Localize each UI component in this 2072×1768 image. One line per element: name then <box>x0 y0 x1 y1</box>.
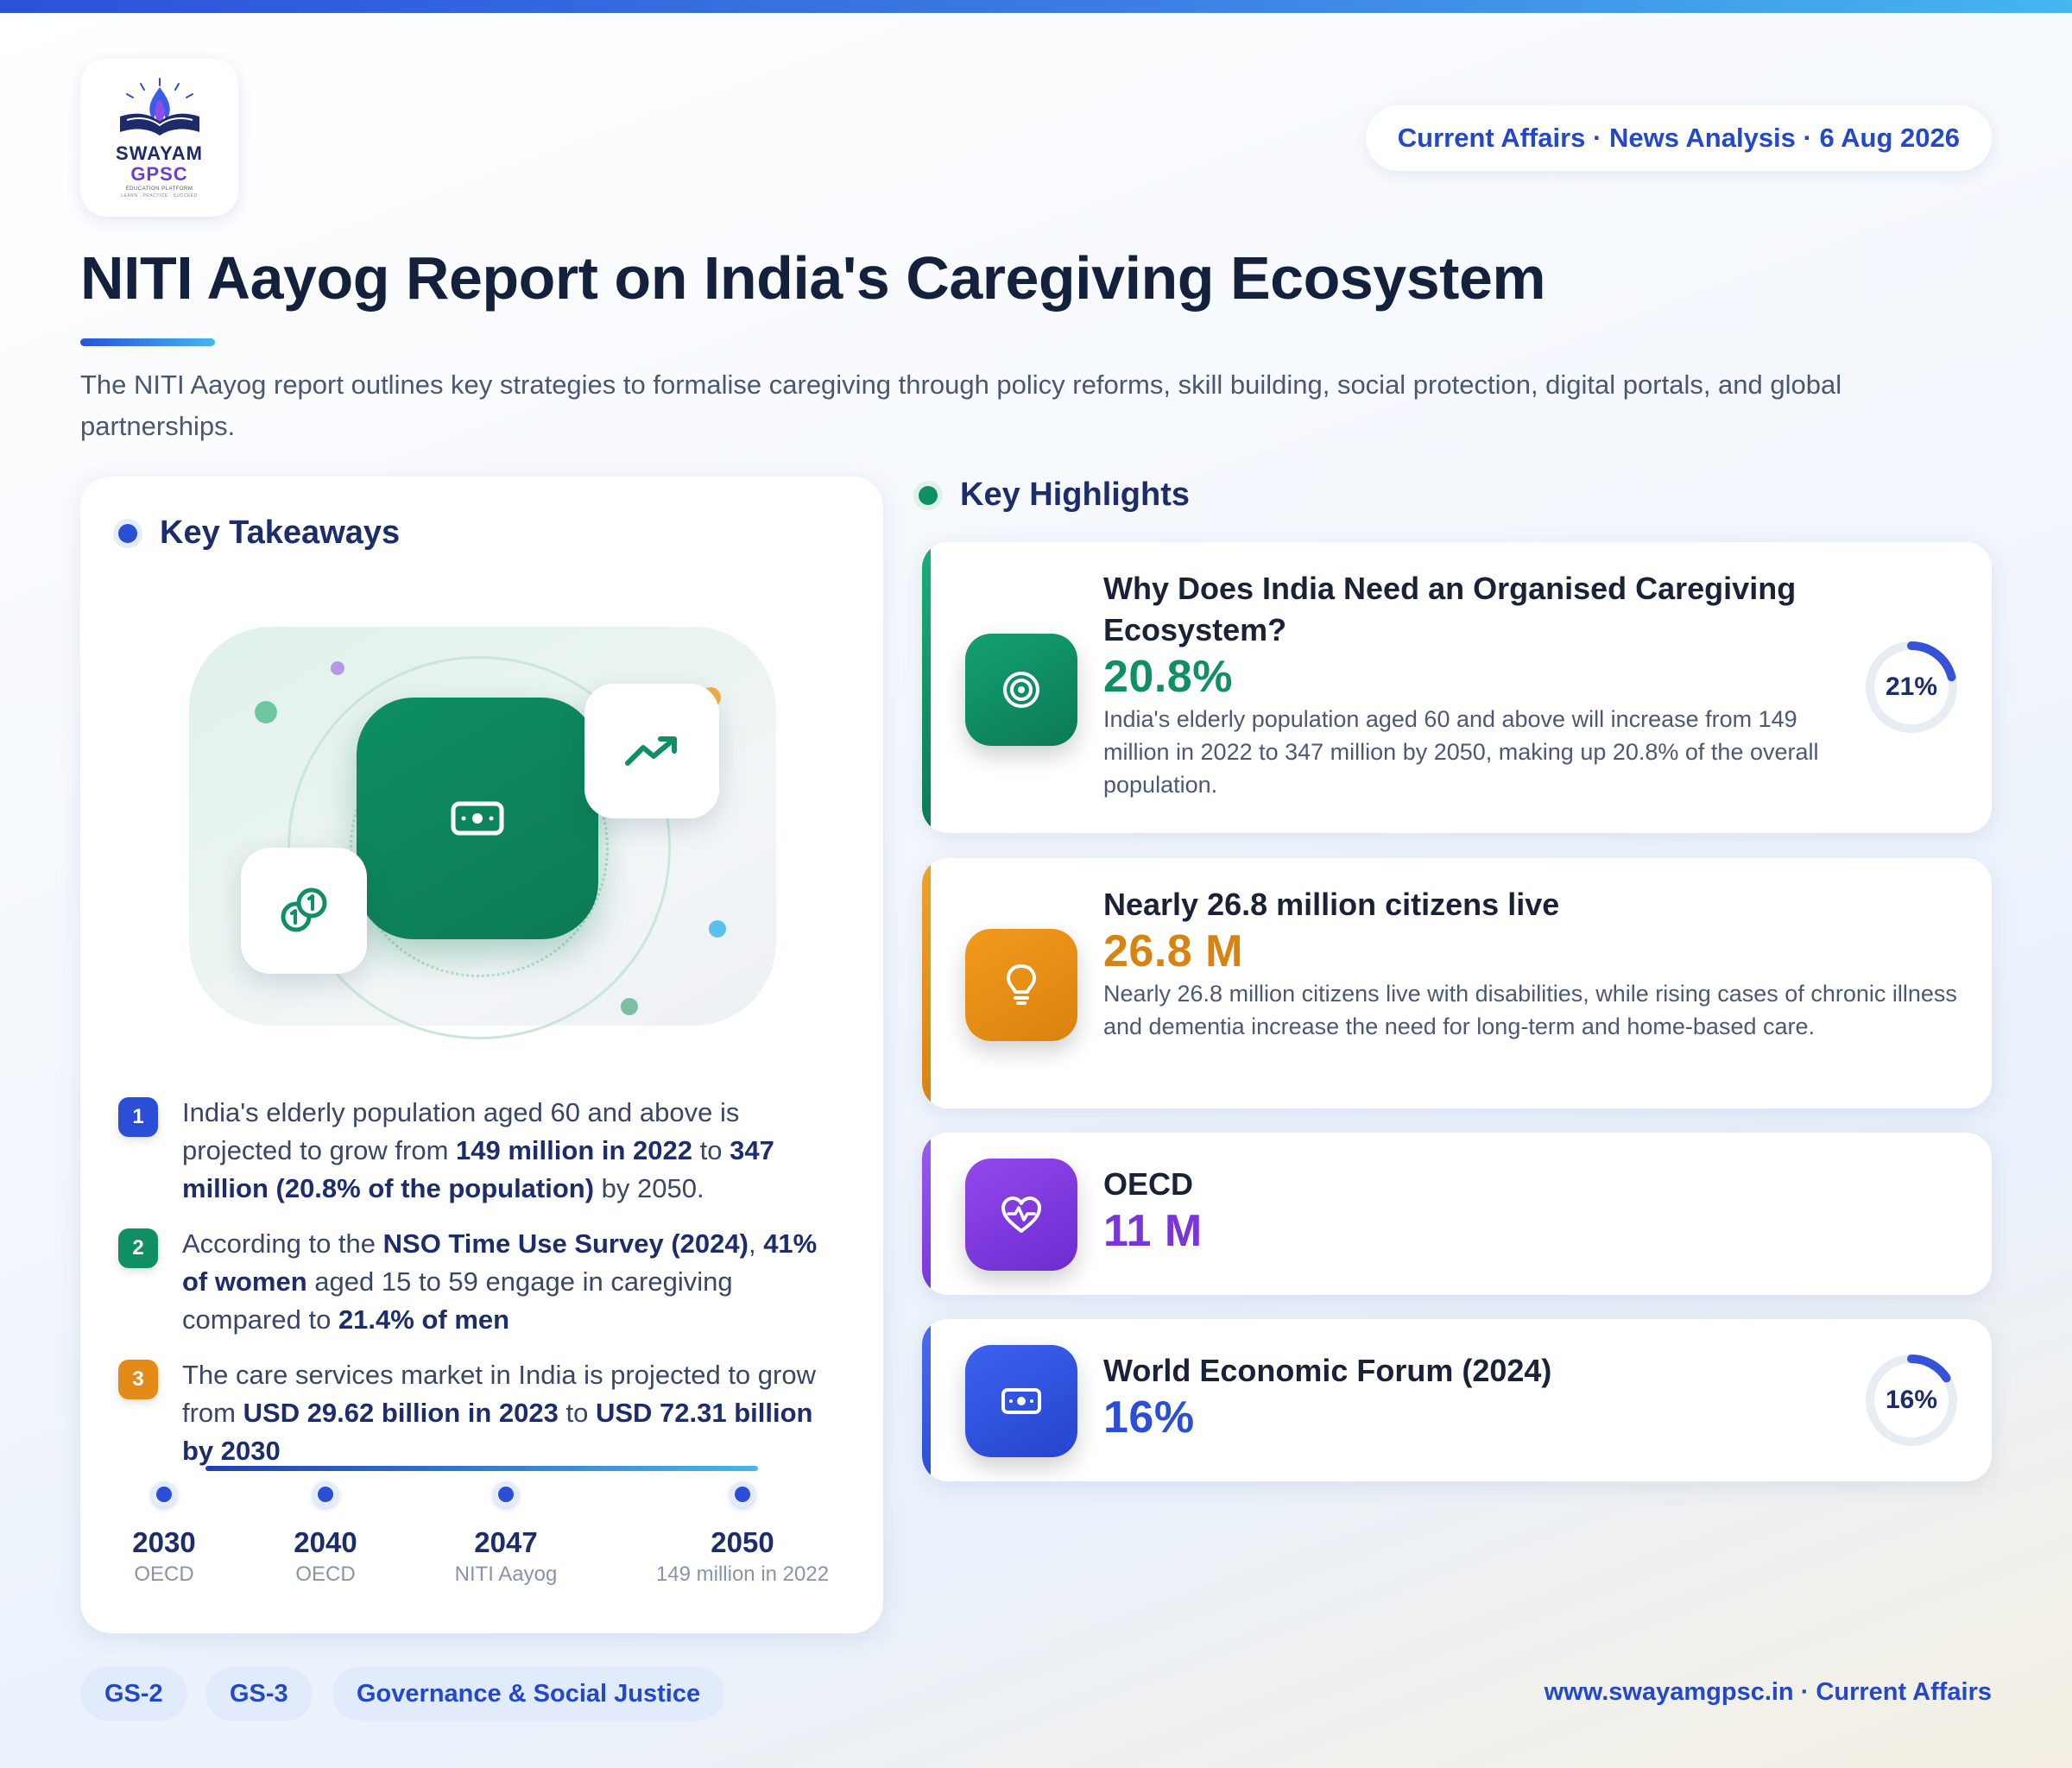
timeline-dot <box>493 1481 519 1507</box>
card-body: Why Does India Need an Organised Caregiv… <box>1103 568 1820 801</box>
brand-subtitle: EDUCATION PLATFORM <box>125 186 193 192</box>
list-item: 1 India's elderly population aged 60 and… <box>118 1094 843 1208</box>
card-title: Nearly 26.8 million citizens live <box>1103 887 1560 922</box>
lightbulb-icon <box>1007 964 1036 1005</box>
title-underline <box>80 338 215 346</box>
highlight-card: Nearly 26.8 million citizens live 26.8 M… <box>922 858 1992 1108</box>
timeline-node: 2050 149 million in 2022 <box>648 1481 837 1587</box>
timeline-dot <box>730 1481 755 1507</box>
key-highlights-title: Key Highlights <box>960 477 1191 513</box>
timeline-node: 2047 NITI Aayog <box>411 1481 601 1587</box>
card-value: 26.8 M <box>1103 926 1243 976</box>
list-item: 3 The care services market in India is p… <box>118 1356 843 1470</box>
tag-gs3[interactable]: GS-3 <box>205 1667 313 1721</box>
timeline-year: 2050 <box>711 1526 774 1558</box>
brand-word-1: SWAYAM <box>116 142 203 164</box>
decor-dot <box>331 661 344 675</box>
progress-gauge: 16% <box>1863 1352 1960 1449</box>
trend-tile <box>584 684 719 818</box>
illustration <box>189 627 776 1039</box>
progress-gauge: 21% <box>1863 639 1960 736</box>
highlight-card: OECD 11 M <box>922 1133 1992 1295</box>
card-icon-tile <box>965 929 1077 1041</box>
brand-word-2: GPSC <box>130 163 188 185</box>
card-body: Nearly 26.8 million citizens live 26.8 M… <box>1103 884 1967 1043</box>
brand-tagline: LEARN · PRACTICE · SUCCEED <box>121 193 198 199</box>
timeline-node: 2040 OECD <box>231 1481 420 1587</box>
main-money-tile <box>357 698 598 939</box>
intro-text: The NITI Aayog report outlines key strat… <box>80 369 1842 441</box>
card-title: World Economic Forum (2024) <box>1103 1353 1552 1388</box>
decor-dot <box>621 998 638 1015</box>
card-title: OECD <box>1103 1166 1194 1202</box>
takeaway-text: According to the NSO Time Use Survey (20… <box>182 1228 818 1335</box>
tag-gs2[interactable]: GS-2 <box>80 1667 187 1721</box>
card-value: 20.8% <box>1103 652 1233 702</box>
timeline-label: OECD <box>295 1563 356 1586</box>
timeline-label: 149 million in 2022 <box>655 1563 830 1586</box>
list-item: 2 According to the NSO Time Use Survey (… <box>118 1225 843 1339</box>
timeline: 2030 OECD 2040 OECD 2047 NITI Aayog 2050… <box>80 1461 883 1616</box>
timeline-year: 2047 <box>474 1526 538 1558</box>
heart-pulse-icon <box>1001 1197 1041 1233</box>
card-body: World Economic Forum (2024) 16% <box>1103 1350 1880 1443</box>
heading-dot <box>919 485 938 505</box>
trending-up-icon <box>625 736 677 766</box>
takeaway-text: India's elderly population aged 60 and a… <box>182 1097 774 1203</box>
card-icon-tile <box>965 1159 1077 1271</box>
card-value: 11 M <box>1103 1206 1203 1256</box>
card-title: Why Does India Need an Organised Caregiv… <box>1103 571 1797 647</box>
tag-governance[interactable]: Governance & Social Justice <box>332 1667 725 1721</box>
coins-icon <box>281 887 327 932</box>
top-accent-bar <box>0 0 2072 13</box>
gauge-label: 21% <box>1885 672 1938 701</box>
item-number-badge: 2 <box>118 1228 158 1268</box>
takeaway-text: The care services market in India is pro… <box>182 1360 816 1466</box>
card-description: Nearly 26.8 million citizens live with d… <box>1103 981 1957 1039</box>
decor-dot <box>255 701 277 723</box>
page-title: NITI Aayog Report on India's Caregiving … <box>80 244 1546 312</box>
heading-dot <box>118 523 137 543</box>
site-link[interactable]: www.swayamgpsc.in · Current Affairs <box>1545 1678 1992 1707</box>
timeline-dot <box>313 1481 338 1507</box>
key-highlights-heading: Key Highlights <box>919 477 1190 514</box>
money-icon <box>1001 1388 1041 1414</box>
item-number-badge: 1 <box>118 1097 158 1137</box>
decor-dot <box>709 920 726 938</box>
timeline-year: 2040 <box>294 1526 357 1558</box>
item-number-badge: 3 <box>118 1360 158 1399</box>
highlight-card: World Economic Forum (2024) 16% 16% <box>922 1319 1992 1481</box>
flame-book-icon <box>119 78 199 136</box>
card-body: OECD 11 M <box>1103 1164 1880 1257</box>
card-icon-tile <box>965 634 1077 746</box>
highlight-card: Why Does India Need an Organised Caregiv… <box>922 542 1992 833</box>
key-takeaways-heading: Key Takeaways <box>118 515 400 552</box>
card-accent-bar <box>922 1133 931 1295</box>
timeline-dot <box>151 1481 177 1507</box>
money-icon <box>451 801 504 836</box>
card-description: India's elderly population aged 60 and a… <box>1103 706 1819 798</box>
gauge-label: 16% <box>1885 1386 1938 1414</box>
card-accent-bar <box>922 542 931 833</box>
date-pill: Current Affairs · News Analysis · 6 Aug … <box>1365 105 1992 171</box>
timeline-label: NITI Aayog <box>454 1563 558 1586</box>
brand-logo: SWAYAM GPSC EDUCATION PLATFORM LEARN · P… <box>80 59 238 217</box>
card-accent-bar <box>922 1319 931 1481</box>
timeline-line <box>205 1466 758 1471</box>
coins-tile <box>241 848 367 974</box>
card-value: 16% <box>1103 1392 1195 1443</box>
key-takeaways-panel: Key Takeaways 1 India's elderly populati… <box>80 477 883 1633</box>
card-icon-tile <box>965 1345 1077 1457</box>
card-accent-bar <box>922 858 931 1108</box>
target-icon <box>1003 672 1039 708</box>
takeaways-list: 1 India's elderly population aged 60 and… <box>118 1094 843 1487</box>
key-takeaways-title: Key Takeaways <box>160 515 401 551</box>
